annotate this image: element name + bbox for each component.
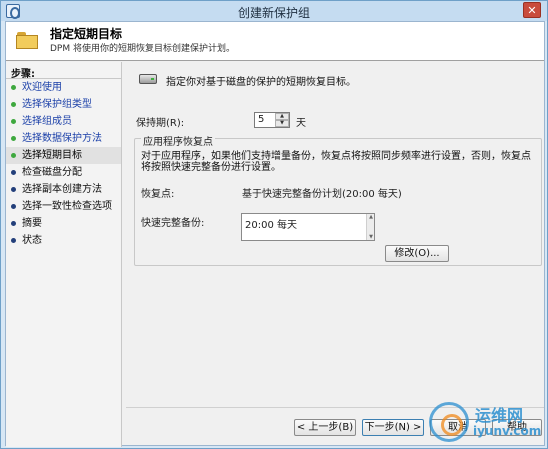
step-label: 选择短期目标	[22, 150, 82, 161]
step-label: 欢迎使用	[22, 82, 62, 93]
window-title: 创建新保护组	[237, 6, 310, 20]
retention-spinner[interactable]: ▲ ▼	[275, 113, 289, 127]
step-status-dot-icon	[11, 204, 16, 209]
step-status-dot-icon	[11, 238, 16, 243]
step-label: 选择数据保护方法	[22, 133, 102, 144]
page-subtitle: DPM 将使用你的短期恢复目标创建保护计划。	[50, 44, 235, 54]
step-label: 摘要	[22, 218, 42, 229]
recovery-points-label: 恢复点:	[141, 189, 175, 200]
step-status-dot-icon	[11, 221, 16, 226]
app-recovery-points-group: 应用程序恢复点 对于应用程序，如果他们支持增量备份，恢复点将按照同步频率进行设置…	[134, 133, 542, 266]
previous-button[interactable]: < 上一步(B)	[294, 419, 356, 436]
steps-sidebar: 步骤: 欢迎使用 选择保护组类型 选择组成员 选择数据保护方法 选择短期目标 检…	[6, 62, 122, 447]
step-status-dot-icon	[11, 170, 16, 175]
step-status-dot-icon	[11, 85, 16, 90]
dialog-client-area: 指定短期目标 DPM 将使用你的短期恢复目标创建保护计划。 步骤: 欢迎使用 选…	[5, 21, 545, 447]
step-status-dot-icon	[11, 119, 16, 124]
full-backup-schedule-list[interactable]: 20:00 每天	[241, 213, 375, 241]
folder-icon	[16, 32, 38, 49]
full-backup-label: 快速完整备份:	[141, 218, 205, 229]
step-select-protection-method[interactable]: 选择数据保护方法	[6, 130, 121, 147]
help-button[interactable]: 帮助	[492, 419, 542, 436]
group-title: 应用程序恢复点	[141, 133, 215, 148]
page-title: 指定短期目标	[50, 27, 123, 41]
step-status-dot-icon	[11, 102, 16, 107]
step-label: 选择副本创建方法	[22, 184, 102, 195]
goal-description-text: 指定你对基于磁盘的保护的短期恢复目标。	[166, 77, 356, 88]
retention-label: 保持期(R):	[136, 118, 185, 129]
step-label: 状态	[22, 235, 42, 246]
next-button[interactable]: 下一步(N) >	[362, 419, 424, 436]
list-scrollbar[interactable]	[366, 214, 375, 240]
dialog-window: 创建新保护组 ✕ 指定短期目标 DPM 将使用你的短期恢复目标创建保护计划。 步…	[0, 0, 548, 449]
retention-range-row: 保持期(R): 5 ▲ ▼ 天	[136, 112, 436, 130]
title-bar[interactable]: 创建新保护组 ✕	[1, 1, 547, 21]
group-description: 对于应用程序，如果他们支持增量备份，恢复点将按照同步频率进行设置，否则，恢复点将…	[141, 151, 531, 173]
close-button[interactable]: ✕	[523, 2, 541, 18]
list-item[interactable]: 20:00 每天	[245, 216, 297, 231]
hard-drive-icon	[139, 74, 157, 84]
step-status-dot-icon	[11, 153, 16, 158]
step-review-disk-allocation: 检查磁盘分配	[6, 164, 121, 181]
step-status-dot-icon	[11, 187, 16, 192]
spin-up-arrow-icon[interactable]: ▲	[275, 113, 289, 120]
wizard-header: 指定短期目标 DPM 将使用你的短期恢复目标创建保护计划。	[6, 22, 544, 61]
step-label: 检查磁盘分配	[22, 167, 82, 178]
steps-heading: 步骤:	[6, 62, 121, 80]
spin-down-arrow-icon[interactable]: ▼	[275, 120, 289, 127]
wizard-footer: < 上一步(B) 下一步(N) > 取消 帮助	[126, 407, 544, 447]
step-replica-creation: 选择副本创建方法	[6, 181, 121, 198]
step-label: 选择组成员	[22, 116, 72, 127]
step-label: 选择保护组类型	[22, 99, 92, 110]
step-select-group-type[interactable]: 选择保护组类型	[6, 96, 121, 113]
step-short-term-goals[interactable]: 选择短期目标	[6, 147, 121, 164]
step-select-members[interactable]: 选择组成员	[6, 113, 121, 130]
recovery-points-value: 基于快速完整备份计划(20:00 每天)	[242, 189, 402, 200]
step-status-dot-icon	[11, 136, 16, 141]
cancel-button[interactable]: 取消	[430, 419, 486, 436]
retention-unit: 天	[296, 118, 306, 129]
goal-description: 指定你对基于磁盘的保护的短期恢复目标。	[136, 72, 536, 88]
step-summary: 摘要	[6, 215, 121, 232]
step-status: 状态	[6, 232, 121, 249]
step-label: 选择一致性检查选项	[22, 201, 112, 212]
step-consistency-check: 选择一致性检查选项	[6, 198, 121, 215]
modify-button[interactable]: 修改(O)...	[385, 245, 449, 262]
step-welcome[interactable]: 欢迎使用	[6, 79, 121, 96]
main-panel: 指定你对基于磁盘的保护的短期恢复目标。 保持期(R): 5 ▲ ▼ 天 应用程序…	[126, 62, 544, 407]
